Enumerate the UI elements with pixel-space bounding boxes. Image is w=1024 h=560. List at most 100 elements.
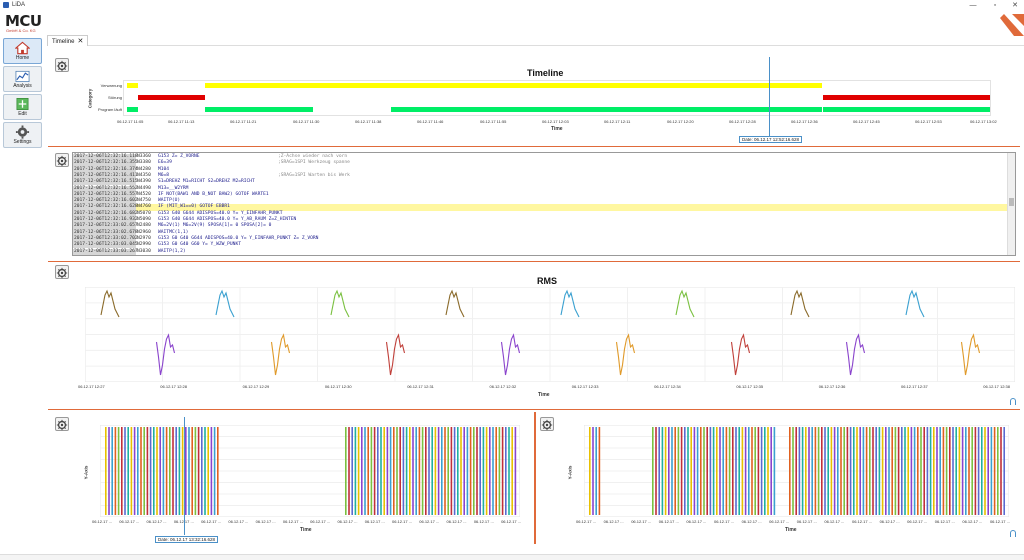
tab-timeline[interactable]: Timeline ✕ <box>47 35 89 46</box>
bar-mark <box>495 427 497 515</box>
timeline-tick-label: 06.12.17 13:02 <box>970 119 997 124</box>
bar-mark <box>498 427 501 515</box>
bar-mark <box>393 427 395 515</box>
bottom-scroll-handle[interactable] <box>1010 530 1016 537</box>
timeline-tick-label: 06.12.17 11:13 <box>168 119 195 124</box>
bottom-left-settings-button[interactable] <box>55 417 69 431</box>
chart-splitter[interactable] <box>534 412 536 544</box>
rms-tick-label: 06.12.17 12:29 <box>242 384 270 389</box>
bar-mark <box>748 427 750 515</box>
bar-mark <box>425 427 427 515</box>
close-tab-icon[interactable]: ✕ <box>77 38 83 45</box>
timeline-bar-error <box>138 95 205 100</box>
bar-mark <box>137 427 139 515</box>
bar-tick-label: 06.12.17 ... <box>282 519 303 524</box>
bar-mark <box>213 427 216 515</box>
bar-tick-label: 06.12.17 ... <box>364 519 385 524</box>
bar-mark <box>722 427 724 515</box>
bar-tick-label: 06.12.17 ... <box>201 519 222 524</box>
code-settings-button[interactable] <box>55 153 69 167</box>
minimize-button[interactable]: — <box>968 1 978 10</box>
bar-mark <box>757 427 760 515</box>
timeline-cursor-date: Date: 06.12.17 12:52:16.628 <box>739 136 803 143</box>
sidebar-item-home[interactable]: Home <box>3 38 42 64</box>
bar-mark <box>165 427 168 515</box>
bar-mark <box>677 427 680 515</box>
rms-tick-label: 06.12.17 12:27 <box>78 384 105 389</box>
bar-mark <box>897 427 900 515</box>
nc-code-viewer[interactable]: 2017-12-06T12:32:16.118 N3360 G153 Z= Z_VO… <box>72 152 1016 256</box>
bar-mark <box>595 427 597 515</box>
bar-tick-label: 06.12.17 ... <box>419 519 440 524</box>
bar-mark <box>865 427 868 515</box>
bar-mark <box>175 427 177 515</box>
bar-mark <box>687 427 689 515</box>
bar-mark <box>399 427 401 515</box>
bar-mark <box>910 427 913 515</box>
bar-mark <box>348 427 350 515</box>
sidebar-item-edit[interactable]: Edit <box>3 94 42 120</box>
timeline-bar-warning <box>205 83 822 88</box>
rms-title: RMS <box>537 276 557 286</box>
bar-mark <box>843 427 845 515</box>
bar-mark <box>108 427 110 515</box>
bar-mark <box>1003 427 1005 515</box>
bar-mark <box>732 427 734 515</box>
bottom-left-cursor-line[interactable] <box>184 417 185 535</box>
bar-mark <box>901 427 903 515</box>
bar-mark <box>396 427 398 515</box>
bar-mark <box>457 427 459 515</box>
bar-mark <box>505 427 507 515</box>
bar-mark <box>680 427 683 515</box>
bar-mark <box>849 427 852 515</box>
rms-tick-label: 06.12.17 12:32 <box>489 384 517 389</box>
bar-mark <box>159 427 161 515</box>
bar-mark <box>977 427 980 515</box>
bar-mark <box>872 427 874 515</box>
bar-mark <box>735 427 737 515</box>
gear-icon <box>56 267 68 279</box>
code-line[interactable]: 2017-12-06T12:33:03.267 N3030 WAITP(1,2) <box>73 248 1009 255</box>
bar-mark <box>194 427 197 515</box>
bar-mark <box>923 427 925 515</box>
bottom-right-chart <box>584 425 1009 517</box>
timeline-tick-label: 06.12.17 11:30 <box>293 119 320 124</box>
bar-tick-label: 06.12.17 ... <box>92 519 113 524</box>
timeline-cursor-line[interactable] <box>769 57 770 137</box>
bar-tick-label: 06.12.17 ... <box>310 519 331 524</box>
bar-mark <box>437 427 440 515</box>
rms-settings-button[interactable] <box>55 265 69 279</box>
code-scrollbar-thumb[interactable] <box>1009 198 1014 206</box>
bar-tick-label: 06.12.17 ... <box>473 519 494 524</box>
bar-tick-label: 06.12.17 ... <box>796 519 817 524</box>
bar-tick-label: 06.12.17 ... <box>713 519 734 524</box>
bottom-right-y-axis-label: Y-Axis <box>567 465 573 480</box>
bar-mark <box>489 427 491 515</box>
bar-mark <box>987 427 989 515</box>
bar-mark <box>479 427 481 515</box>
timeline-settings-button[interactable] <box>55 58 69 72</box>
bar-mark <box>760 427 763 515</box>
bar-tick-label: 06.12.17 ... <box>769 519 790 524</box>
bar-tick-label: 06.12.17 ... <box>989 519 1010 524</box>
bar-mark <box>840 427 842 515</box>
bar-mark <box>725 427 728 515</box>
sidebar-item-settings[interactable]: Settings <box>3 122 42 148</box>
timeline-bar-error <box>823 95 990 100</box>
bar-mark <box>441 427 443 515</box>
settings-icon <box>15 125 30 139</box>
bar-mark <box>965 427 967 515</box>
timeline-tick-label: 06.12.17 11:46 <box>417 119 444 124</box>
bottom-right-settings-button[interactable] <box>540 417 554 431</box>
bar-mark <box>124 427 126 515</box>
code-scrollbar[interactable] <box>1007 153 1015 255</box>
close-window-button[interactable]: ✕ <box>1010 1 1020 10</box>
panel-divider <box>48 146 1020 147</box>
bar-mark <box>354 427 357 515</box>
sidebar-item-analysis[interactable]: Analysis <box>3 66 42 92</box>
maximize-button[interactable]: ▫ <box>990 1 1000 10</box>
rms-tick-label: 06.12.17 12:37 <box>901 384 928 389</box>
rms-scroll-handle[interactable] <box>1010 398 1016 405</box>
bar-mark <box>801 427 804 515</box>
bar-mark <box>814 427 817 515</box>
